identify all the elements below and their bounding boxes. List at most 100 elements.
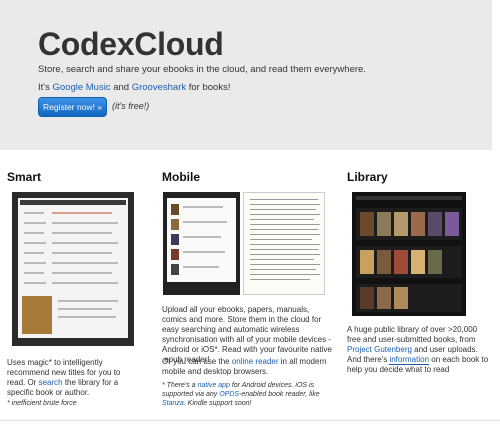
reader-line xyxy=(250,274,320,275)
smart-screenshot-line xyxy=(58,300,118,302)
smart-screenshot-line xyxy=(52,222,118,224)
smart-screenshot-line xyxy=(52,272,112,274)
reader-line xyxy=(250,269,316,270)
tagline-post: for books! xyxy=(186,82,231,93)
book-cover xyxy=(411,250,425,274)
google-music-link[interactable]: Google Music xyxy=(52,82,110,93)
library-topbar xyxy=(356,196,462,200)
reader-line xyxy=(250,229,318,230)
information-link[interactable]: information xyxy=(389,355,430,365)
reader-line xyxy=(250,259,314,260)
smart-screenshot-line xyxy=(24,232,44,234)
smart-screenshot-topbar xyxy=(20,200,126,205)
footer-divider xyxy=(0,420,500,421)
site-title: CodexCloud xyxy=(38,26,224,62)
smart-screenshot-line xyxy=(52,232,112,234)
smart-heading: Smart xyxy=(7,170,42,184)
book-cover xyxy=(360,287,374,309)
reader-line xyxy=(250,224,320,225)
stanza-link[interactable]: Stanza xyxy=(162,400,184,407)
mobile-footnote: * There's a native app for Android devic… xyxy=(162,381,327,408)
library-desc-text: A huge public library of over >20,000 fr… xyxy=(347,325,478,344)
book-cover-image xyxy=(22,296,52,334)
mobile-browser-description: Or you can use the online reader in all … xyxy=(162,357,334,377)
smart-screenshot-line xyxy=(24,252,44,254)
smart-footnote: * inefficient brute force xyxy=(7,400,77,407)
book-thumbnail xyxy=(171,264,179,275)
mobile-desc-text: Or you can use the xyxy=(162,357,232,366)
book-cover xyxy=(428,250,442,274)
reader-line xyxy=(250,199,318,200)
reader-line xyxy=(250,209,316,210)
mobile-note-text: . Kindle support soon! xyxy=(183,400,252,407)
book-thumbnail xyxy=(171,234,179,245)
free-label: (it's free!) xyxy=(112,101,150,111)
reader-line xyxy=(250,254,320,255)
smart-screenshot-line xyxy=(52,282,118,284)
library-description: A huge public library of over >20,000 fr… xyxy=(347,325,493,375)
mobile-heading: Mobile xyxy=(162,170,200,184)
tagline: It's Google Music and Grooveshark for bo… xyxy=(38,82,230,93)
online-reader-link[interactable]: online reader xyxy=(232,357,279,366)
library-heading: Library xyxy=(347,170,388,184)
site-subtitle: Store, search and share your ebooks in t… xyxy=(38,64,366,75)
smart-description: Uses magic* to intelligently recommend n… xyxy=(7,358,137,398)
reader-line xyxy=(250,239,312,240)
book-cover xyxy=(377,212,391,236)
reader-line xyxy=(250,219,314,220)
book-cover xyxy=(428,212,442,236)
phone-line xyxy=(183,236,221,238)
hero-section: CodexCloud Store, search and share your … xyxy=(0,0,492,150)
reader-line xyxy=(250,244,320,245)
book-cover xyxy=(394,212,408,236)
mobile-description: Upload all your ebooks, papers, manuals,… xyxy=(162,305,332,364)
tagline-mid: and xyxy=(110,82,132,93)
smart-screenshot-line xyxy=(24,272,44,274)
smart-screenshot-line xyxy=(24,212,44,214)
reader-line xyxy=(250,264,320,265)
reader-line xyxy=(250,214,320,215)
book-cover xyxy=(445,212,459,236)
smart-screenshot-line xyxy=(52,242,118,244)
search-link[interactable]: search xyxy=(39,378,63,387)
project-gutenberg-link[interactable]: Project Gutenberg xyxy=(347,345,412,354)
register-button[interactable]: Register now! » xyxy=(38,97,107,117)
mobile-note-text: -enabled book reader, like xyxy=(239,391,320,398)
book-cover xyxy=(377,287,391,309)
book-cover xyxy=(394,250,408,274)
library-screenshot xyxy=(352,192,466,316)
tagline-pre: It's xyxy=(38,82,53,93)
grooveshark-link[interactable]: Grooveshark xyxy=(132,82,186,93)
book-thumbnail xyxy=(171,249,179,260)
book-thumbnail xyxy=(171,219,179,230)
smart-screenshot-line xyxy=(58,308,112,310)
smart-screenshot-line xyxy=(52,262,118,264)
smart-screenshot-line xyxy=(52,212,112,214)
reader-line xyxy=(250,234,320,235)
reader-line xyxy=(250,279,310,280)
mobile-reader-screenshot xyxy=(243,192,325,295)
smart-screenshot-line xyxy=(24,262,46,264)
phone-line xyxy=(183,251,225,253)
opds-link[interactable]: OPDS xyxy=(219,391,239,398)
phone-line xyxy=(183,206,223,208)
smart-screenshot-line xyxy=(52,252,112,254)
mobile-phone-screenshot xyxy=(163,192,240,295)
smart-screenshot-line xyxy=(24,242,46,244)
book-cover xyxy=(360,250,374,274)
reader-line xyxy=(250,249,318,250)
phone-line xyxy=(183,221,227,223)
reader-line xyxy=(250,204,320,205)
book-cover xyxy=(377,250,391,274)
smart-screenshot-line xyxy=(24,282,46,284)
book-cover xyxy=(394,287,408,309)
book-thumbnail xyxy=(171,204,179,215)
book-cover xyxy=(411,212,425,236)
mobile-note-text: * There's a xyxy=(162,382,198,389)
smart-screenshot-line xyxy=(58,316,116,318)
smart-screenshot xyxy=(12,192,134,346)
native-app-link[interactable]: native app xyxy=(198,382,230,389)
book-cover xyxy=(360,212,374,236)
smart-screenshot-line xyxy=(24,222,46,224)
phone-line xyxy=(183,266,219,268)
